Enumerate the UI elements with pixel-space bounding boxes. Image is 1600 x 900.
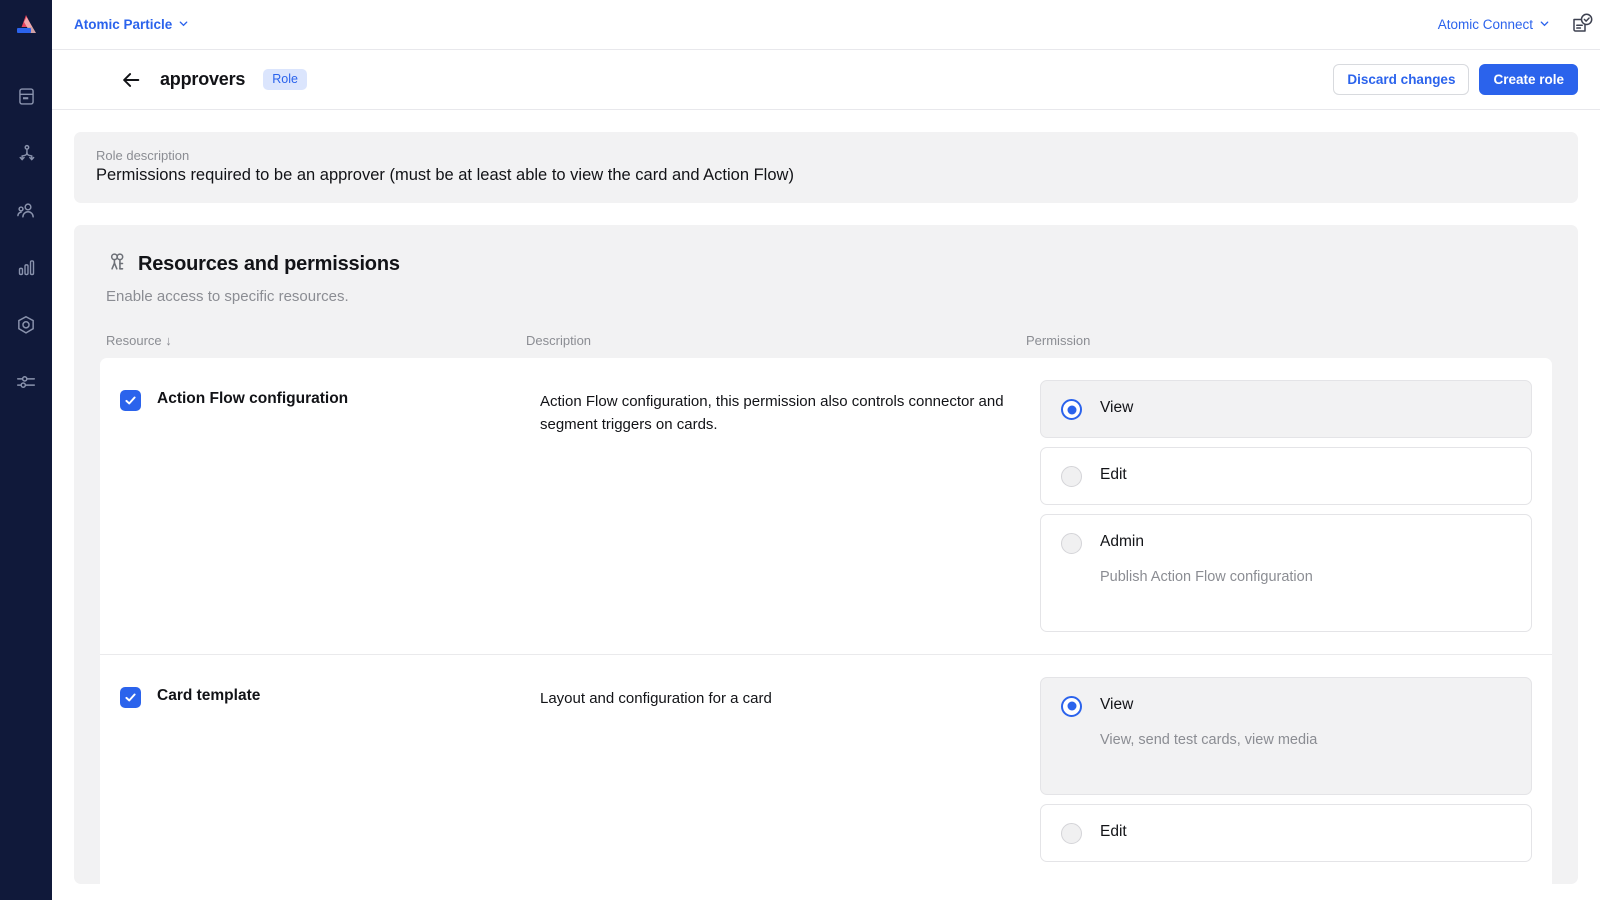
permission-group: View View, send test cards, view media E… [1040,676,1546,862]
top-bar: Atomic Particle Atomic Connect [52,0,1600,50]
radio-unselected-icon [1061,822,1082,844]
top-bar-right: Atomic Connect [1438,8,1593,42]
page-content[interactable]: Role description Permissions required to… [52,110,1600,900]
permission-label: Admin [1100,533,1144,550]
resource-description: Action Flow configuration, this permissi… [540,393,1004,433]
org-switcher[interactable]: Atomic Particle [74,17,189,32]
permission-option-view[interactable]: View [1040,380,1532,438]
panel-title: Resources and permissions [138,253,400,275]
panel-header: Resources and permissions Enable access … [74,251,1578,305]
main-column: Atomic Particle Atomic Connect approvers… [52,0,1600,900]
resource-cell: Action Flow configuration [120,380,540,632]
chevron-down-icon [178,17,189,32]
table-row: Card template Layout and configuration f… [100,655,1552,884]
org-name: Atomic Particle [74,17,173,32]
connect-switcher[interactable]: Atomic Connect [1438,17,1550,32]
page-title: approvers [160,69,246,89]
sliders-icon [15,371,37,393]
permission-label: View [1100,695,1134,713]
resource-description: Layout and configuration for a card [540,689,772,707]
column-header-description: Description [526,333,592,348]
role-description-value: Permissions required to be an approver (… [96,166,794,184]
table-row: Action Flow configuration Action Flow co… [100,358,1552,655]
column-header-permission: Permission [1026,333,1091,348]
primary-sidebar [0,0,52,900]
app-root: Atomic Particle Atomic Connect approvers… [0,0,1600,900]
back-arrow-icon[interactable] [118,67,144,93]
radio-unselected-icon [1061,533,1082,554]
resources-table: Action Flow configuration Action Flow co… [100,358,1552,884]
role-description-label: Role description [96,148,190,163]
sidebar-item-configuration[interactable] [0,353,52,410]
resource-cell: Card template [120,677,540,862]
page-header: approvers Role Discard changes Create ro… [52,50,1600,110]
sidebar-item-cards[interactable] [0,68,52,125]
column-header-resource[interactable]: Resource ↓ [106,333,526,348]
people-group-icon [106,251,128,278]
permission-label: View [1100,399,1134,416]
create-role-button[interactable]: Create role [1479,63,1578,96]
header-actions: Discard changes Create role [1333,63,1578,96]
radio-selected-icon [1061,695,1082,717]
permission-option-admin[interactable]: Admin Publish Action Flow configuration [1040,514,1532,632]
discard-changes-button[interactable]: Discard changes [1333,63,1470,96]
sidebar-item-customers[interactable] [0,182,52,239]
resource-name: Card template [157,686,261,704]
sidebar-item-action-flow[interactable] [0,125,52,182]
sidebar-item-analytics[interactable] [0,239,52,296]
sort-descending-icon: ↓ [165,333,172,348]
connect-name: Atomic Connect [1437,17,1533,32]
permission-group: View Edit Admin Publish Action Flow conf… [1040,380,1546,632]
document-check-icon[interactable] [1564,8,1598,42]
permission-option-edit[interactable]: Edit [1040,803,1532,862]
permission-description: Publish Action Flow configuration [1100,568,1313,585]
settings-icon [15,314,37,336]
role-description-panel: Role description Permissions required to… [74,132,1578,203]
cards-icon [16,86,37,107]
permission-description: View, send test cards, view media [1100,731,1318,748]
permission-label: Edit [1100,466,1127,483]
radio-unselected-icon [1061,466,1082,487]
sidebar-item-settings[interactable] [0,296,52,353]
permission-option-view[interactable]: View View, send test cards, view media [1040,676,1532,795]
resource-checkbox[interactable] [120,686,141,708]
analytics-icon [16,257,37,278]
atomic-logo[interactable] [0,0,52,50]
resource-name: Action Flow configuration [157,390,349,407]
resource-checkbox[interactable] [120,390,141,411]
action-flow-icon [16,143,37,164]
chevron-down-icon [1539,17,1550,32]
column-header-resource-label: Resource [106,333,162,348]
resources-permissions-panel: Resources and permissions Enable access … [74,225,1578,884]
panel-subtitle: Enable access to specific resources. [106,288,349,305]
customers-icon [15,200,37,222]
table-header: Resource ↓ Description Permission [74,305,1578,358]
permission-option-edit[interactable]: Edit [1040,447,1532,505]
permission-label: Edit [1100,822,1127,840]
status-badge: Role [263,69,307,90]
radio-selected-icon [1061,399,1082,420]
sidebar-nav [0,50,52,410]
